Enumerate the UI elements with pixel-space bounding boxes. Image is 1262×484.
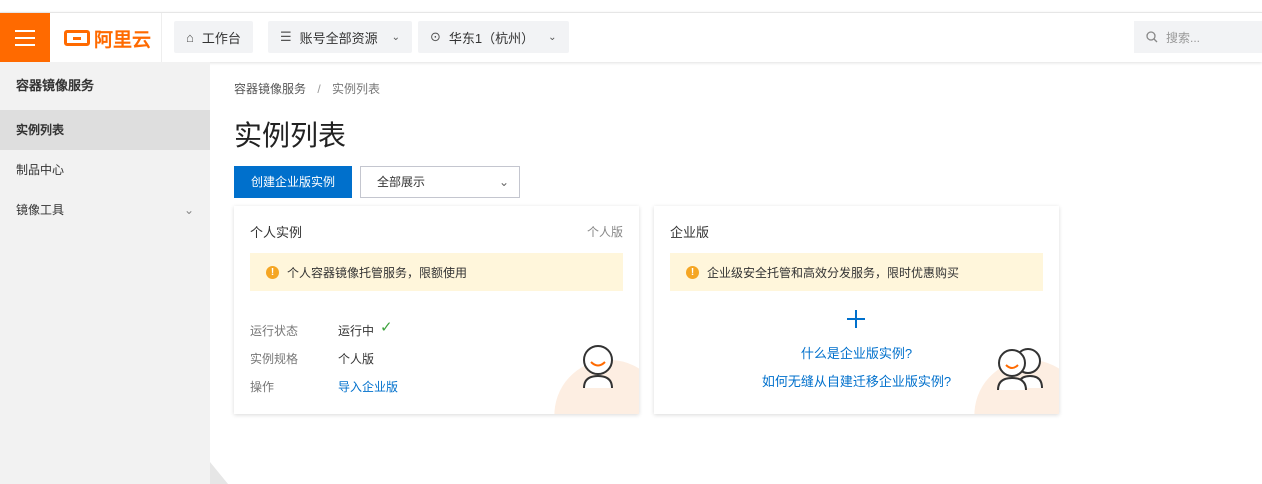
plus-icon[interactable] <box>847 310 865 328</box>
sidebar-item-label: 实例列表 <box>16 123 65 137</box>
warning-icon: ! <box>266 265 279 279</box>
region-dropdown[interactable]: ⊙ 华东1（杭州） ⌄ <box>418 21 569 53</box>
search-box[interactable]: 搜索... <box>1134 21 1262 53</box>
sidebar-item-label: 镜像工具 <box>16 203 65 217</box>
display-filter-value: 全部展示 <box>377 175 426 189</box>
chevron-down-icon: ⌄ <box>183 203 194 217</box>
page-title: 实例列表 <box>234 120 347 151</box>
create-enterprise-instance-button[interactable]: 创建企业版实例 <box>234 166 352 198</box>
resources-dropdown[interactable]: ☰ 账号全部资源 ⌄ <box>268 21 413 53</box>
card-title: 企业版 <box>670 225 710 240</box>
notice-text: 个人容器镜像托管服务，限额使用 <box>287 265 468 280</box>
enterprise-edition-card[interactable]: 企业版 ! 企业级安全托管和高效分发服务，限时优惠购买 什么是企业版实例? 如何… <box>654 206 1059 414</box>
person-avatar-icon <box>583 345 613 389</box>
info-row-action: 操作 导入企业版 <box>250 378 398 395</box>
notice-banner: ! 企业级安全托管和高效分发服务，限时优惠购买 <box>670 253 1043 291</box>
breadcrumb-item-current: 实例列表 <box>332 82 381 96</box>
sidebar-item-instance-list[interactable]: 实例列表 <box>0 110 210 150</box>
info-key: 实例规格 <box>250 352 299 366</box>
home-icon: ⌂ <box>186 29 194 45</box>
workbench-label: 工作台 <box>201 30 241 46</box>
group-avatar-icon <box>997 348 1043 391</box>
info-value: 个人版 <box>338 352 375 366</box>
personal-instance-card[interactable]: 个人实例 个人版 ! 个人容器镜像托管服务，限额使用 运行状态 运行中 ✓ 实例… <box>234 206 639 414</box>
breadcrumb-item-service[interactable]: 容器镜像服务 <box>234 82 306 96</box>
card-title: 个人实例 <box>250 225 303 240</box>
search-icon <box>1146 31 1158 43</box>
list-icon: ☰ <box>280 29 292 44</box>
sidebar-title: 容器镜像服务 <box>16 78 95 93</box>
sidebar: 容器镜像服务 实例列表 制品中心 镜像工具 ⌄ <box>0 62 210 484</box>
region-label: 华东1（杭州） <box>448 30 535 46</box>
edition-tag: 个人版 <box>586 225 623 239</box>
sidebar-item-artifact-center[interactable]: 制品中心 <box>0 150 210 190</box>
info-row-spec: 实例规格 个人版 <box>250 350 374 367</box>
chevron-down-icon: ⌄ <box>548 31 557 43</box>
info-key: 操作 <box>250 380 275 394</box>
search-placeholder: 搜索... <box>1166 30 1201 45</box>
checkmark-icon: ✓ <box>380 319 393 336</box>
breadcrumb-separator: / <box>317 82 321 96</box>
sidebar-collapse-handle[interactable] <box>210 462 228 484</box>
info-value: 运行中 <box>338 324 375 338</box>
info-key: 运行状态 <box>250 324 299 338</box>
sidebar-item-image-tools[interactable]: 镜像工具 ⌄ <box>0 190 210 230</box>
aliyun-logo[interactable]: 阿里云 <box>50 13 162 63</box>
chevron-down-icon: ⌄ <box>498 175 509 189</box>
hamburger-menu-button[interactable] <box>0 13 50 63</box>
logo-text: 阿里云 <box>94 29 152 51</box>
resources-label: 账号全部资源 <box>299 30 378 46</box>
notice-banner: ! 个人容器镜像托管服务，限额使用 <box>250 253 623 291</box>
sidebar-item-label: 制品中心 <box>16 163 65 177</box>
workbench-button[interactable]: ⌂ 工作台 <box>174 21 253 53</box>
warning-icon: ! <box>686 265 699 279</box>
info-row-status: 运行状态 运行中 ✓ <box>250 319 393 339</box>
display-filter-select[interactable]: 全部展示 ⌄ <box>360 166 520 198</box>
notice-text: 企业级安全托管和高效分发服务，限时优惠购买 <box>707 265 960 280</box>
location-pin-icon: ⊙ <box>430 29 441 44</box>
aliyun-logo-mark-icon <box>64 30 90 46</box>
chevron-down-icon: ⌄ <box>391 31 401 43</box>
import-enterprise-link[interactable]: 导入企业版 <box>338 378 398 395</box>
breadcrumb: 容器镜像服务 / 实例列表 <box>234 80 380 97</box>
top-navigation-bar: 阿里云 ⌂ 工作台 ☰ 账号全部资源 ⌄ ⊙ 华东1（杭州） ⌄ 搜索... <box>0 12 1262 63</box>
